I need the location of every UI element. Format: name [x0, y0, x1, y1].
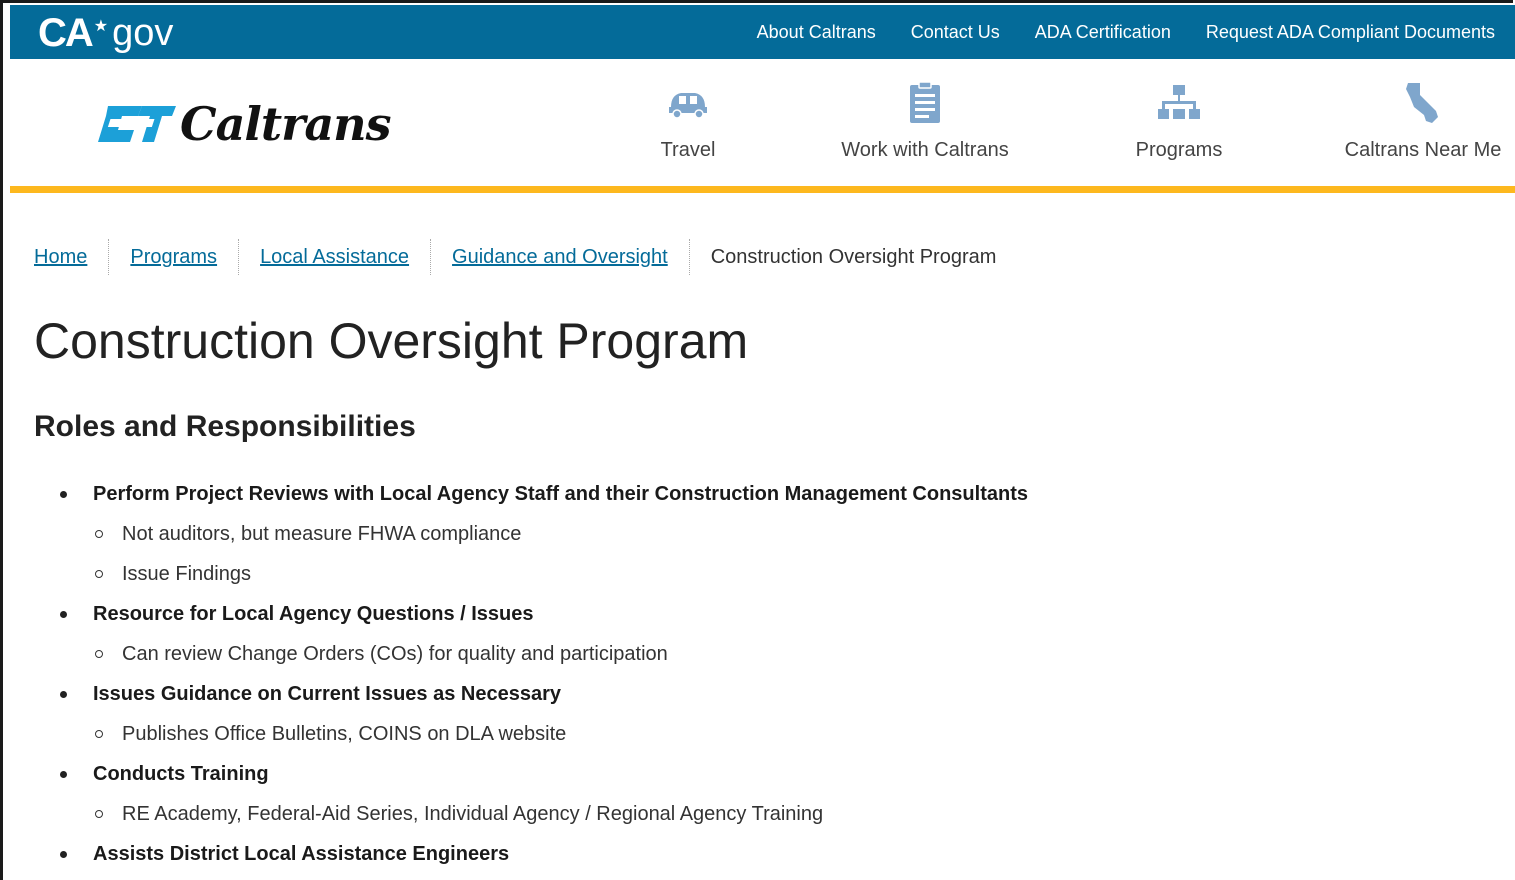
sub-item-text: Issue Findings [122, 562, 251, 585]
nav-work-with-caltrans[interactable]: Work with Caltrans [825, 81, 1025, 171]
utility-bar: CA ★ gov About Caltrans Contact Us ADA C… [10, 5, 1515, 59]
ca-logo-text: CA [38, 11, 94, 55]
star-icon: ★ [93, 18, 109, 35]
about-caltrans-link[interactable]: About Caltrans [757, 22, 876, 43]
clipboard-icon [910, 81, 940, 123]
role-title: Perform Project Reviews with Local Agenc… [93, 482, 1028, 505]
contact-us-link[interactable]: Contact Us [911, 22, 1000, 43]
circle-bullet-icon [95, 530, 103, 538]
car-icon [669, 93, 707, 119]
list-item: Issues Guidance on Current Issues as Nec… [60, 674, 1028, 754]
california-map-icon [1406, 83, 1438, 123]
bullet-icon [60, 850, 67, 858]
sub-list-item: RE Academy, Federal-Aid Series, Individu… [95, 794, 1028, 834]
breadcrumb-local-assistance[interactable]: Local Assistance [239, 239, 432, 275]
sub-list-item: Not auditors, but measure FHWA complianc… [95, 514, 1028, 554]
breadcrumb: Home Programs Local Assistance Guidance … [34, 238, 1017, 276]
nav-programs-label: Programs [1135, 139, 1223, 161]
sub-item-text: Can review Change Orders (COs) for quali… [122, 642, 668, 665]
site-header: Caltrans Travel Work with Caltrans Progr… [10, 59, 1515, 186]
caltrans-ct-mark-icon [98, 106, 176, 142]
role-title: Assists District Local Assistance Engine… [93, 842, 510, 865]
list-item: Perform Project Reviews with Local Agenc… [60, 474, 1028, 594]
section-heading: Roles and Responsibilities [34, 410, 416, 443]
list-item: Conducts Training RE Academy, Federal-Ai… [60, 754, 1028, 834]
utility-links: About Caltrans Contact Us ADA Certificat… [722, 5, 1495, 59]
breadcrumb-guidance-oversight[interactable]: Guidance and Oversight [431, 239, 690, 275]
circle-bullet-icon [95, 730, 103, 738]
role-title: Resource for Local Agency Questions / Is… [93, 602, 534, 625]
caltrans-logo[interactable]: Caltrans [98, 97, 392, 151]
roles-list: Perform Project Reviews with Local Agenc… [60, 474, 1028, 874]
breadcrumb-programs[interactable]: Programs [109, 239, 240, 275]
ada-certification-link[interactable]: ADA Certification [1035, 22, 1171, 43]
sub-list-item: Publishes Office Bulletins, COINS on DLA… [95, 714, 1028, 754]
list-item: Resource for Local Agency Questions / Is… [60, 594, 1028, 674]
breadcrumb-home[interactable]: Home [34, 239, 110, 275]
nav-work-label: Work with Caltrans [841, 139, 1009, 161]
page-title: Construction Oversight Program [34, 313, 749, 369]
nav-travel[interactable]: Travel [638, 81, 738, 171]
sub-item-text: Not auditors, but measure FHWA complianc… [122, 522, 522, 545]
nav-travel-label: Travel [660, 139, 716, 161]
gov-logo-text: gov [112, 12, 174, 54]
sub-item-text: Publishes Office Bulletins, COINS on DLA… [122, 722, 567, 745]
circle-bullet-icon [95, 650, 103, 658]
circle-bullet-icon [95, 810, 103, 818]
caltrans-wordmark: Caltrans [180, 97, 392, 151]
bullet-icon [60, 770, 67, 778]
role-title: Issues Guidance on Current Issues as Nec… [93, 682, 561, 705]
nav-near-me-label: Caltrans Near Me [1344, 139, 1502, 161]
nav-caltrans-near-me[interactable]: Caltrans Near Me [1338, 81, 1508, 171]
circle-bullet-icon [95, 570, 103, 578]
breadcrumb-current: Construction Oversight Program [710, 246, 997, 268]
bullet-icon [60, 610, 67, 618]
bullet-icon [60, 490, 67, 498]
header-accent-bar [10, 186, 1515, 193]
sub-item-text: RE Academy, Federal-Aid Series, Individu… [122, 802, 824, 825]
bullet-icon [60, 690, 67, 698]
role-title: Conducts Training [93, 762, 269, 785]
request-ada-documents-link[interactable]: Request ADA Compliant Documents [1206, 22, 1495, 43]
list-item: Assists District Local Assistance Engine… [60, 834, 1028, 874]
org-chart-icon [1158, 85, 1200, 119]
nav-programs[interactable]: Programs [1119, 81, 1239, 171]
ca-gov-logo[interactable]: CA ★ gov [38, 11, 173, 55]
sub-list-item: Can review Change Orders (COs) for quali… [95, 634, 1028, 674]
sub-list-item: Issue Findings [95, 554, 1028, 594]
